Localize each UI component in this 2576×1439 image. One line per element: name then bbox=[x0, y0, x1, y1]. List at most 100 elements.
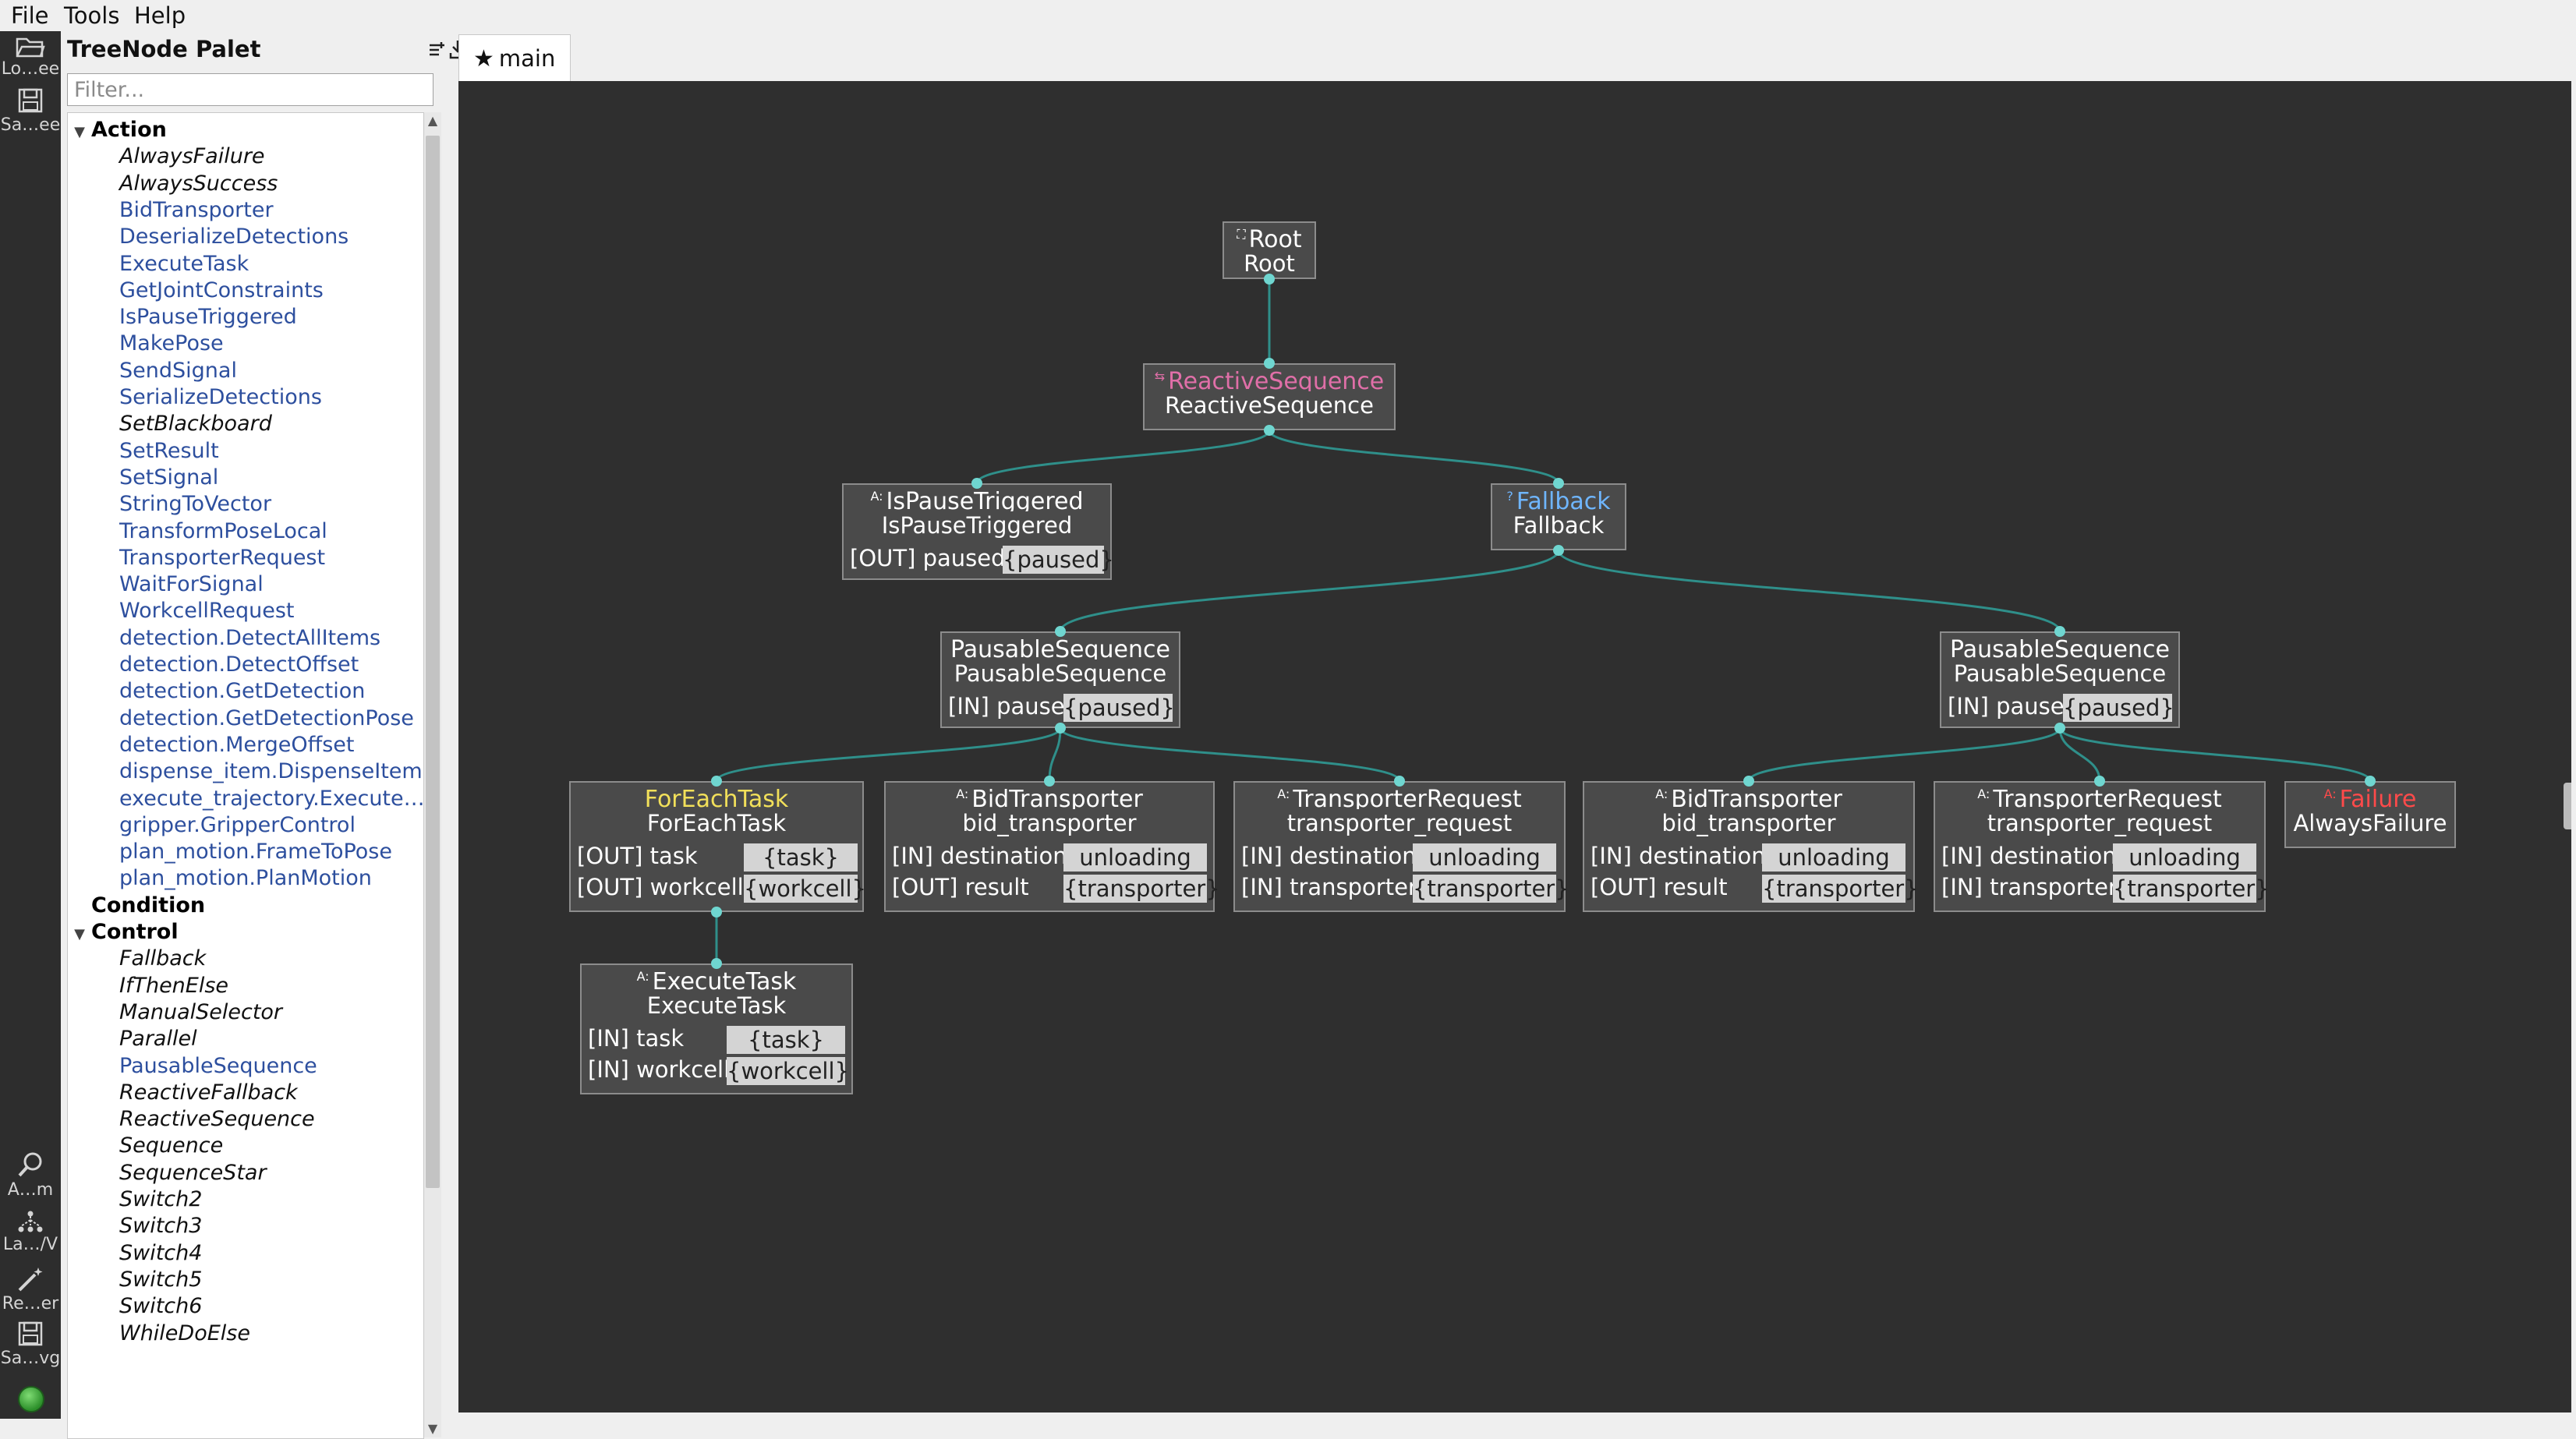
palette-item[interactable]: SerializeDetections bbox=[119, 384, 322, 412]
tree-node-fallback[interactable]: ? Fallback Fallback bbox=[1491, 483, 1626, 550]
palette-item[interactable]: ManualSelector bbox=[119, 999, 282, 1027]
port-value-field[interactable]: {task} bbox=[727, 1026, 845, 1054]
port-value-field[interactable]: {task} bbox=[744, 843, 858, 872]
tree-node-execute-task[interactable]: A: ExecuteTask ExecuteTask [IN] task {task}[… bbox=[580, 963, 853, 1094]
palette-item[interactable]: BidTransporter bbox=[119, 196, 274, 225]
palette-item[interactable]: IfThenElse bbox=[119, 972, 228, 1000]
tree-node-root[interactable]: ⛶ Root Root bbox=[1223, 221, 1316, 279]
port-value-field[interactable]: {transporter} bbox=[2113, 875, 2270, 903]
palette-item[interactable]: SetBlackboard bbox=[119, 410, 272, 438]
palette-filter-input[interactable] bbox=[67, 73, 433, 106]
tree-node-pausable-sequence-2[interactable]: PausableSequence PausableSequence [IN] pau… bbox=[1940, 631, 2180, 728]
canvas-side-handle[interactable] bbox=[2564, 783, 2571, 829]
palette-item[interactable]: WaitForSignal bbox=[119, 571, 264, 599]
port-value-field[interactable]: {paused} bbox=[2063, 694, 2174, 722]
add-node-icon[interactable] bbox=[426, 37, 445, 61]
palette-item[interactable]: SetResult bbox=[119, 437, 219, 465]
port-value-field[interactable]: {transporter} bbox=[1413, 875, 1569, 903]
node-output-port-icon[interactable] bbox=[1553, 545, 1564, 556]
node-input-port-icon[interactable] bbox=[2094, 776, 2105, 787]
palette-item[interactable]: AlwaysSuccess bbox=[119, 170, 278, 198]
node-output-port-icon[interactable] bbox=[2054, 723, 2065, 734]
palette-item[interactable]: IsPauseTriggered bbox=[119, 303, 297, 331]
tree-node-is-pause-triggered[interactable]: A: IsPauseTriggered IsPauseTriggered [OUT] … bbox=[842, 483, 1114, 580]
tree-node-transporter-request-1[interactable]: A: TransporterRequest transporter_request [… bbox=[1233, 781, 1569, 912]
palette-item[interactable]: plan_motion.FrameToPose bbox=[119, 838, 392, 866]
node-output-port-icon[interactable] bbox=[1055, 723, 1066, 734]
tree-node-bid-transporter-2[interactable]: A: BidTransporter bid_transporter [IN] dest… bbox=[1583, 781, 1919, 912]
palette-item[interactable]: ReactiveSequence bbox=[119, 1105, 315, 1133]
palette-scrollbar[interactable]: ▲ ▼ bbox=[424, 112, 441, 1437]
palette-item[interactable]: TransporterRequest bbox=[119, 544, 325, 572]
palette-item[interactable]: Parallel bbox=[119, 1025, 197, 1053]
tree-node-always-failure[interactable]: A: Failure AlwaysFailure bbox=[2284, 781, 2456, 848]
layout-button[interactable]: La…/V bbox=[0, 1210, 61, 1254]
palette-item[interactable]: PausableSequence bbox=[119, 1052, 317, 1080]
palette-scroll-thumb[interactable] bbox=[426, 136, 440, 1188]
port-value-field[interactable]: unloading bbox=[1063, 843, 1207, 872]
palette-item[interactable]: plan_motion.PlanMotion bbox=[119, 864, 372, 893]
zoom-button[interactable]: A…m bbox=[0, 1151, 61, 1200]
node-output-port-icon[interactable] bbox=[1264, 274, 1275, 285]
port-value-field[interactable]: {paused} bbox=[1003, 546, 1114, 574]
palette-item[interactable]: execute_trajectory.Execute… bbox=[119, 785, 423, 813]
menu-help[interactable]: Help bbox=[131, 0, 189, 31]
save-svg-button[interactable]: Sa…vg bbox=[0, 1321, 61, 1368]
tree-node-bid-transporter-1[interactable]: A: BidTransporter bid_transporter [IN] dest… bbox=[884, 781, 1220, 912]
node-input-port-icon[interactable] bbox=[711, 958, 722, 969]
reorder-button[interactable]: Re…er bbox=[0, 1266, 61, 1313]
palette-item[interactable]: ExecuteTask bbox=[119, 250, 249, 278]
menu-tools[interactable]: Tools bbox=[61, 0, 122, 31]
palette-item[interactable]: detection.GetDetection bbox=[119, 677, 365, 705]
palette-item[interactable]: detection.GetDetectionPose bbox=[119, 705, 414, 733]
palette-item[interactable]: Switch3 bbox=[119, 1212, 202, 1240]
palette-item[interactable]: SetSignal bbox=[119, 464, 218, 492]
load-tree-button[interactable]: Lo…ee bbox=[0, 34, 61, 79]
palette-item[interactable]: detection.DetectOffset bbox=[119, 651, 359, 679]
node-input-port-icon[interactable] bbox=[1743, 776, 1754, 787]
palette-item[interactable]: Fallback bbox=[119, 945, 206, 973]
port-value-field[interactable]: {transporter} bbox=[1063, 875, 1220, 903]
palette-item[interactable]: gripper.GripperControl bbox=[119, 811, 356, 840]
palette-item[interactable]: Switch6 bbox=[119, 1292, 202, 1321]
tree-node-transporter-request-2[interactable]: A: TransporterRequest transporter_request [… bbox=[1934, 781, 2270, 912]
port-value-field[interactable]: unloading bbox=[1762, 843, 1905, 872]
palette-item[interactable]: StringToVector bbox=[119, 490, 271, 518]
palette-item[interactable]: WorkcellRequest bbox=[119, 597, 295, 625]
node-input-port-icon[interactable] bbox=[1394, 776, 1405, 787]
menu-file[interactable]: File bbox=[8, 0, 52, 31]
node-input-port-icon[interactable] bbox=[2365, 776, 2376, 787]
port-value-field[interactable]: {workcell} bbox=[727, 1057, 849, 1085]
node-input-port-icon[interactable] bbox=[2054, 626, 2065, 637]
node-input-port-icon[interactable] bbox=[971, 478, 982, 489]
port-value-field[interactable]: unloading bbox=[1413, 843, 1556, 872]
palette-item[interactable]: GetJointConstraints bbox=[119, 277, 324, 305]
port-value-field[interactable]: {paused} bbox=[1063, 694, 1175, 722]
palette-item[interactable]: SequenceStar bbox=[119, 1159, 267, 1187]
palette-item[interactable]: detection.DetectAllItems bbox=[119, 624, 380, 652]
port-value-field[interactable]: unloading bbox=[2113, 843, 2256, 872]
palette-item[interactable]: TransformPoseLocal bbox=[119, 518, 327, 546]
node-input-port-icon[interactable] bbox=[711, 776, 722, 787]
palette-item[interactable]: Switch4 bbox=[119, 1239, 202, 1268]
save-tree-button[interactable]: Sa…ee bbox=[0, 87, 61, 135]
port-value-field[interactable]: {transporter} bbox=[1762, 875, 1919, 903]
scroll-down-icon[interactable]: ▼ bbox=[426, 1420, 440, 1437]
tree-node-reactive-sequence[interactable]: ⇆ ReactiveSequence ReactiveSequence bbox=[1143, 363, 1396, 430]
node-output-port-icon[interactable] bbox=[1264, 425, 1275, 436]
node-output-port-icon[interactable] bbox=[711, 907, 722, 917]
node-input-port-icon[interactable] bbox=[1055, 626, 1066, 637]
palette-item[interactable]: Switch5 bbox=[119, 1266, 202, 1294]
tab-main[interactable]: ★ main bbox=[458, 34, 571, 81]
node-input-port-icon[interactable] bbox=[1264, 358, 1275, 369]
palette-category-condition[interactable]: Condition bbox=[68, 892, 205, 920]
tree-node-pausable-sequence-1[interactable]: PausableSequence PausableSequence [IN] pau… bbox=[940, 631, 1180, 728]
palette-item[interactable]: SendSignal bbox=[119, 357, 237, 385]
palette-item[interactable]: AlwaysFailure bbox=[119, 143, 265, 171]
tree-canvas[interactable]: ⛶ Root Root ⇆ ReactiveSequence ReactiveSequen… bbox=[458, 81, 2571, 1412]
palette-item[interactable]: Sequence bbox=[119, 1132, 223, 1160]
palette-item[interactable]: DeserializeDetections bbox=[119, 223, 349, 251]
palette-item[interactable]: Switch2 bbox=[119, 1186, 202, 1214]
node-input-port-icon[interactable] bbox=[1044, 776, 1055, 787]
palette-item[interactable]: WhileDoElse bbox=[119, 1320, 250, 1348]
